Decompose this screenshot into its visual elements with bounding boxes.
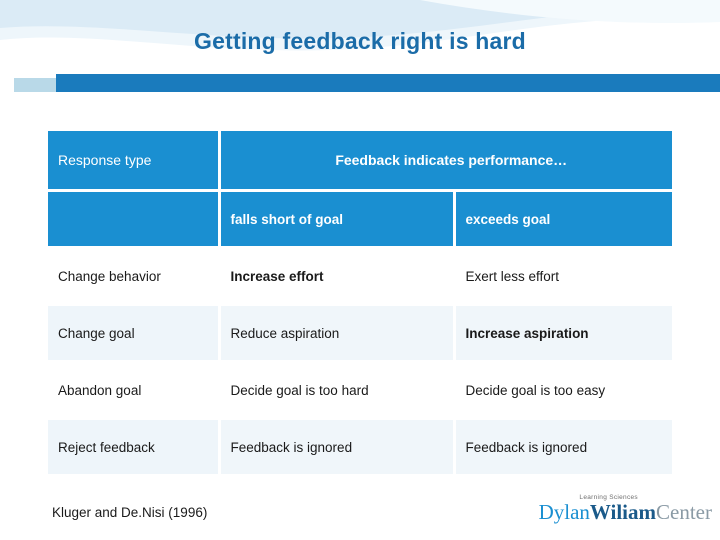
- header-response-type: Response type: [48, 131, 221, 191]
- row-below-goal: Feedback is ignored: [219, 418, 456, 476]
- feedback-table: Response type Feedback indicates perform…: [48, 131, 672, 477]
- accent-bar: [56, 74, 720, 92]
- logo-name-first: Dylan: [538, 500, 590, 524]
- subheader-blank: [48, 190, 221, 248]
- row-response-type: Change goal: [48, 304, 221, 362]
- citation: Kluger and De.Nisi (1996): [52, 505, 208, 520]
- header-performance: Feedback indicates performance…: [219, 131, 672, 191]
- row-below-goal: Reduce aspiration: [219, 304, 456, 362]
- table-row: Abandon goal Decide goal is too hard Dec…: [48, 361, 672, 419]
- row-below-goal: Decide goal is too hard: [219, 361, 456, 419]
- logo-wordmark: DylanWiliamCenter: [522, 502, 712, 523]
- page-title: Getting feedback right is hard: [194, 28, 526, 54]
- table-header-row: Response type Feedback indicates perform…: [48, 131, 672, 191]
- row-above-goal: Exert less effort: [454, 247, 672, 305]
- table-row: Change behavior Increase effort Exert le…: [48, 247, 672, 305]
- row-response-type: Change behavior: [48, 247, 221, 305]
- accent-bar-light: [14, 78, 56, 92]
- row-above-goal: Increase aspiration: [454, 304, 672, 362]
- row-response-type: Abandon goal: [48, 361, 221, 419]
- row-below-goal: Increase effort: [219, 247, 456, 305]
- table-row: Reject feedback Feedback is ignored Feed…: [48, 418, 672, 476]
- subheader-above-goal: exceeds goal: [454, 190, 672, 248]
- row-above-goal: Decide goal is too easy: [454, 361, 672, 419]
- logo-name-last: Wiliam: [589, 500, 657, 524]
- dylan-wiliam-center-logo: Learning Sciences DylanWiliamCenter: [522, 494, 712, 534]
- subheader-below-goal: falls short of goal: [219, 190, 456, 248]
- table-row: Change goal Reduce aspiration Increase a…: [48, 304, 672, 362]
- row-response-type: Reject feedback: [48, 418, 221, 476]
- row-above-goal: Feedback is ignored: [454, 418, 672, 476]
- logo-name-suffix: Center: [656, 500, 712, 524]
- table-subheader-row: falls short of goal exceeds goal: [48, 190, 672, 248]
